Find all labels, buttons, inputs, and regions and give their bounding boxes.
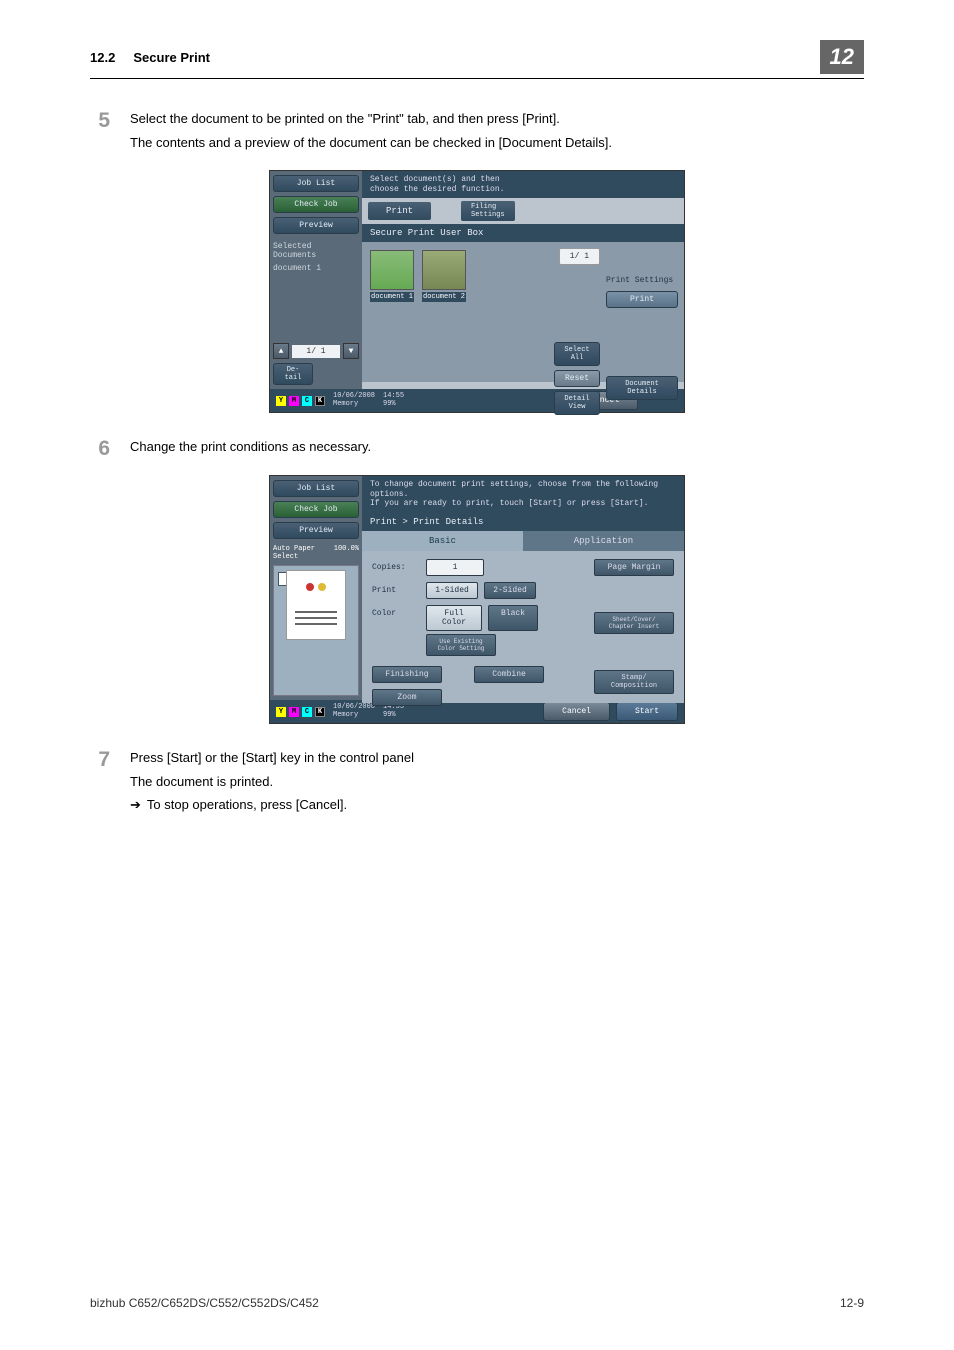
step-number: 6 — [90, 437, 130, 461]
screenshot-2: Job List Check Job Preview Auto Paper Se… — [269, 475, 685, 724]
page-up-button[interactable]: ▲ — [273, 343, 289, 359]
page-footer: bizhub C652/C652DS/C552/C552DS/C452 12-9 — [90, 1296, 864, 1310]
thumbnail-caption: document 1 — [370, 292, 414, 302]
page-indicator: 1/ 1 — [559, 248, 600, 265]
step-5-line1: Select the document to be printed on the… — [130, 109, 864, 129]
job-list-button[interactable]: Job List — [273, 175, 359, 192]
print-sides-label: Print — [372, 586, 420, 595]
use-existing-color-button[interactable]: Use Existing Color Setting — [426, 634, 496, 656]
preview-thumbnail — [286, 570, 346, 640]
print-settings-label: Print Settings — [606, 276, 678, 285]
thumbnail-image — [422, 250, 466, 290]
copies-label: Copies: — [372, 563, 420, 572]
chapter-badge: 12 — [820, 40, 864, 74]
footer-memory-value: 99% — [383, 400, 396, 408]
basic-tab[interactable]: Basic — [362, 531, 523, 551]
color-label: Color — [372, 605, 420, 618]
toner-yellow-icon: Y — [276, 396, 286, 406]
instruction-message: To change document print settings, choos… — [362, 476, 684, 513]
step-number: 5 — [90, 109, 130, 133]
step-6-line1: Change the print conditions as necessary… — [130, 437, 864, 457]
zoom-button[interactable]: Zoom — [372, 689, 442, 706]
filing-settings-tab[interactable]: Filing Settings — [461, 201, 515, 221]
two-sided-button[interactable]: 2-Sided — [484, 582, 536, 599]
full-color-button[interactable]: Full Color — [426, 605, 482, 631]
step-7-line3: To stop operations, press [Cancel]. — [130, 795, 864, 815]
step-7: 7 Press [Start] or the [Start] key in th… — [90, 748, 864, 819]
print-button[interactable]: Print — [606, 291, 678, 308]
detail-view-button[interactable]: Detail View — [554, 391, 600, 415]
document-details-button[interactable]: Document Details — [606, 376, 678, 400]
start-button[interactable]: Start — [616, 702, 678, 721]
footer-product: bizhub C652/C652DS/C552/C552DS/C452 — [90, 1296, 319, 1310]
toner-magenta-icon: M — [289, 396, 299, 406]
preview-dot-icon — [306, 583, 314, 591]
preview-dot-icon — [318, 583, 326, 591]
auto-paper-label: Auto Paper Select — [273, 545, 315, 561]
toner-cyan-icon: C — [302, 396, 312, 406]
job-list-button[interactable]: Job List — [273, 480, 359, 497]
check-job-button[interactable]: Check Job — [273, 196, 359, 213]
step-5: 5 Select the document to be printed on t… — [90, 109, 864, 156]
footer-memory-value: 99% — [383, 711, 396, 719]
combine-button[interactable]: Combine — [474, 666, 544, 683]
toner-magenta-icon: M — [289, 707, 299, 717]
check-job-button[interactable]: Check Job — [273, 501, 359, 518]
section-number: 12.2 — [90, 50, 115, 65]
document-thumbnail-2[interactable]: document 2 — [422, 250, 466, 302]
selected-doc-1: document 1 — [273, 264, 359, 273]
toner-black-icon: K — [315, 396, 325, 406]
step-6: 6 Change the print conditions as necessa… — [90, 437, 864, 461]
page-indicator-left: 1/ 1 — [292, 345, 340, 358]
thumbnail-caption: document 2 — [422, 292, 466, 302]
stamp-composition-button[interactable]: Stamp/ Composition — [594, 670, 674, 694]
page-margin-button[interactable]: Page Margin — [594, 559, 674, 576]
footer-memory-label: Memory — [333, 400, 358, 408]
step-7-line2: The document is printed. — [130, 772, 864, 792]
page-down-button[interactable]: ▼ — [343, 343, 359, 359]
document-thumbnail-1[interactable]: document 1 — [370, 250, 414, 302]
finishing-button[interactable]: Finishing — [372, 666, 442, 683]
breadcrumb: Print > Print Details — [362, 513, 684, 531]
toner-black-icon: K — [315, 707, 325, 717]
toner-yellow-icon: Y — [276, 707, 286, 717]
preview-button[interactable]: Preview — [273, 522, 359, 539]
print-tab[interactable]: Print — [368, 202, 431, 220]
selected-documents-label: Selected Documents — [273, 242, 359, 260]
sheet-cover-chapter-button[interactable]: Sheet/Cover/ Chapter Insert — [594, 612, 674, 634]
toner-indicators: Y M C K — [276, 396, 325, 406]
step-7-line1: Press [Start] or the [Start] key in the … — [130, 748, 864, 768]
copies-value[interactable]: 1 — [426, 559, 484, 576]
zoom-value: 100.0% — [334, 545, 359, 561]
step-5-line2: The contents and a preview of the docume… — [130, 133, 864, 153]
sub-header-bar: Secure Print User Box — [362, 224, 684, 242]
black-button[interactable]: Black — [488, 605, 538, 631]
thumbnail-image — [370, 250, 414, 290]
footer-page-number: 12-9 — [840, 1296, 864, 1310]
toner-indicators: Y M C K — [276, 707, 325, 717]
application-tab[interactable]: Application — [523, 531, 684, 551]
toner-cyan-icon: C — [302, 707, 312, 717]
page-header: 12.2 Secure Print 12 — [90, 40, 864, 79]
one-sided-button[interactable]: 1-Sided — [426, 582, 478, 599]
step-number: 7 — [90, 748, 130, 772]
screenshot-1: Job List Check Job Preview Selected Docu… — [269, 170, 685, 413]
footer-memory-label: Memory — [333, 711, 358, 719]
detail-button[interactable]: De- tail — [273, 363, 313, 385]
select-all-button[interactable]: Select All — [554, 342, 600, 366]
section-title: Secure Print — [133, 50, 210, 65]
preview-button[interactable]: Preview — [273, 217, 359, 234]
instruction-message: Select document(s) and then choose the d… — [362, 171, 684, 198]
reset-button[interactable]: Reset — [554, 370, 600, 387]
